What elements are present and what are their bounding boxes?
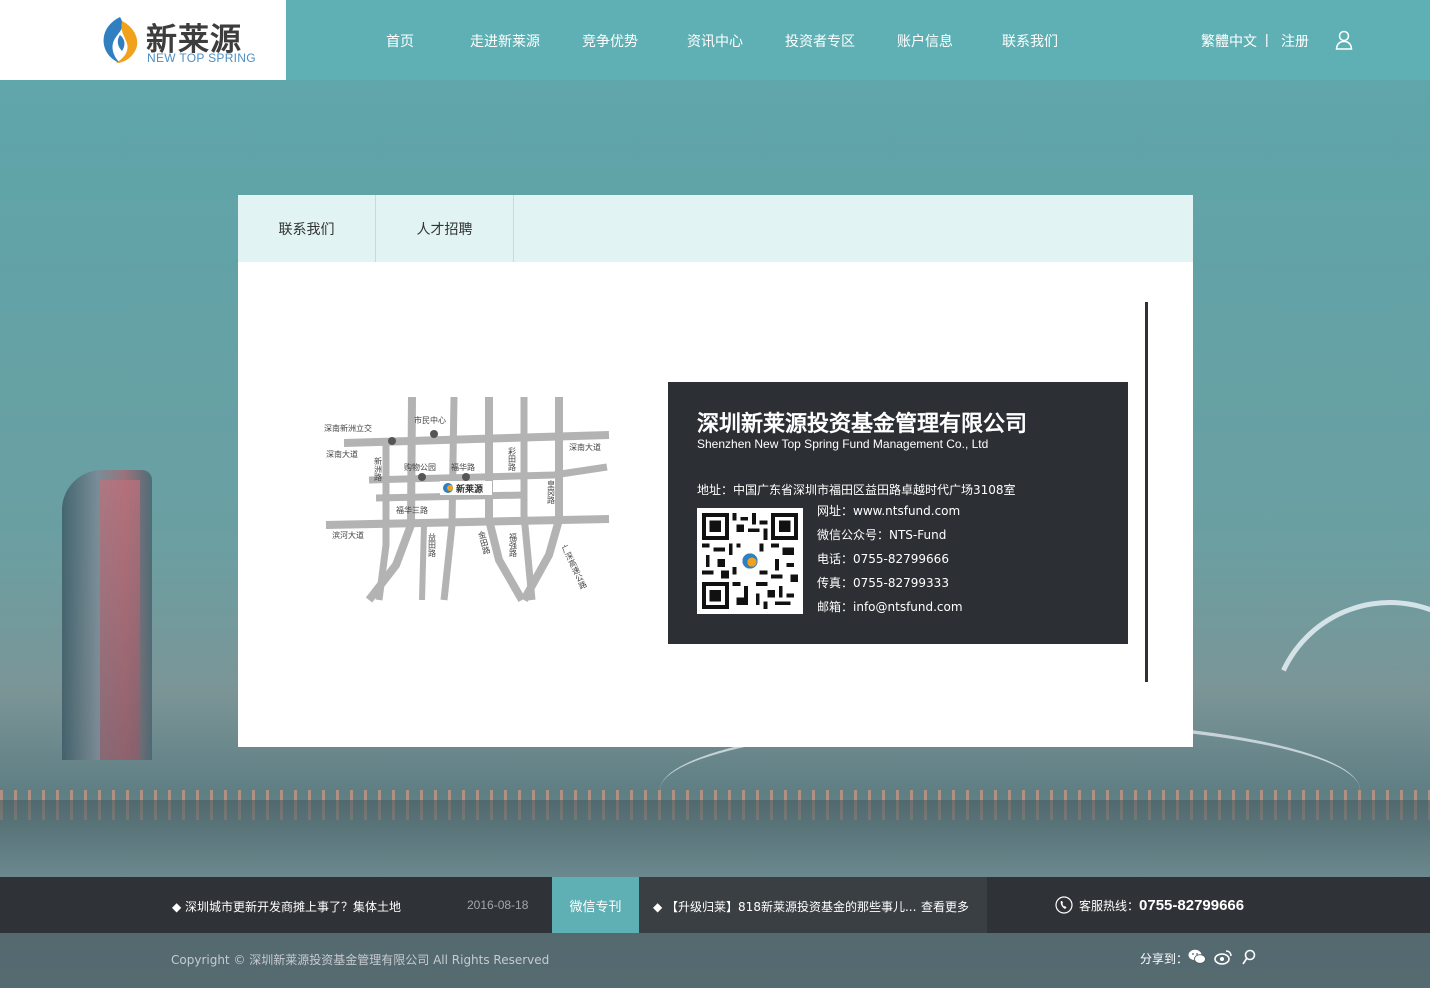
tab-contact[interactable]: 联系我们 bbox=[238, 195, 376, 262]
contact-panel: 联系我们 人才招聘 市民中心 深南新洲立交 深南大道 深南大道 购物公园 福华路… bbox=[238, 195, 1193, 747]
nav-divider: | bbox=[1265, 31, 1269, 47]
share-label: 分享到： bbox=[1140, 952, 1189, 966]
map-label-shennan-west: 深南大道 bbox=[326, 449, 358, 459]
company-name-cn: 深圳新莱源投资基金管理有限公司 bbox=[697, 412, 1028, 437]
tencent-weibo-share-icon[interactable] bbox=[1241, 949, 1257, 970]
company-website[interactable]: 网址：www.ntsfund.com bbox=[817, 504, 963, 528]
background-tower-highlight bbox=[100, 480, 140, 760]
map-label-yitian: 益田路 bbox=[428, 532, 437, 557]
register-link[interactable]: 注册 bbox=[1281, 31, 1309, 51]
nav-item-home[interactable]: 首页 bbox=[386, 31, 414, 51]
map-label-fuhua-3rd: 福华三路 bbox=[396, 505, 428, 515]
nav-item-investor[interactable]: 投资者专区 bbox=[785, 31, 855, 51]
hotline-label: 客服热线： bbox=[1079, 899, 1140, 913]
map-label-civic-center: 市民中心 bbox=[414, 415, 446, 425]
nav-item-about[interactable]: 走进新莱源 bbox=[470, 31, 540, 51]
tab-recruitment[interactable]: 人才招聘 bbox=[376, 195, 514, 262]
wechat-item-link[interactable]: ◆ 【升级归莱】818新莱源投资基金的那些事儿... bbox=[653, 898, 916, 915]
map-label-guangshen: 广深高速公路 bbox=[560, 542, 589, 590]
map-logo-text: 新莱源 bbox=[456, 483, 483, 495]
map-label-fuhua-road: 福华路 bbox=[451, 462, 475, 472]
view-more-link[interactable]: 查看更多 bbox=[921, 898, 969, 915]
tab-bar: 联系我们 人才招聘 bbox=[238, 195, 1193, 262]
map-label-shennan-xinzhou: 深南新洲立交 bbox=[324, 423, 372, 433]
map-logo-marker: 新莱源 bbox=[440, 481, 492, 495]
map-label-huanggang-road: 皇岗路 bbox=[547, 479, 556, 504]
customer-hotline: 客服热线：0755-82799666 bbox=[1055, 895, 1244, 914]
news-item-date: 2016-08-18 bbox=[467, 898, 529, 912]
background-water bbox=[0, 800, 1430, 880]
company-fax: 传真：0755-82799333 bbox=[817, 576, 949, 590]
footer-bottom: Copyright © 深圳新莱源投资基金管理有限公司 All Rights R… bbox=[0, 933, 1430, 988]
site-header: 新莱源 NEW TOP SPRING 首页 走进新莱源 竞争优势 资讯中心 投资… bbox=[0, 0, 1430, 80]
company-address: 地址：中国广东省深圳市福田区益田路卓越时代广场3108室 bbox=[697, 483, 1016, 497]
nav-item-account[interactable]: 账户信息 bbox=[897, 31, 953, 51]
language-switch[interactable]: 繁體中文 bbox=[1201, 31, 1257, 51]
company-phone: 电话：0755-82799666 bbox=[817, 552, 949, 566]
company-wechat: 微信公众号：NTS-Fund bbox=[817, 528, 947, 542]
share-icons bbox=[1188, 949, 1261, 970]
user-icon[interactable] bbox=[1335, 30, 1353, 50]
map-label-caitian-road: 彩田路 bbox=[508, 446, 517, 471]
map-label-xinzhou-road: 新洲路 bbox=[374, 456, 383, 481]
qr-code-icon bbox=[702, 513, 798, 609]
company-contact-list: 网址：www.ntsfund.com 微信公众号：NTS-Fund 电话：075… bbox=[817, 504, 963, 624]
wechat-share-icon[interactable] bbox=[1188, 949, 1206, 970]
nav-item-contact[interactable]: 联系我们 bbox=[1002, 31, 1058, 51]
copyright-text: Copyright © 深圳新莱源投资基金管理有限公司 All Rights R… bbox=[171, 953, 550, 967]
wechat-journal-strip: ◆ 【升级归莱】818新莱源投资基金的那些事儿... 查看更多 bbox=[639, 877, 987, 933]
weibo-share-icon[interactable] bbox=[1214, 949, 1233, 970]
decorative-divider bbox=[1145, 302, 1148, 682]
wechat-qr-code bbox=[697, 508, 803, 614]
map-label-shennan-east: 深南大道 bbox=[569, 442, 601, 452]
phone-icon bbox=[1055, 896, 1073, 914]
hotline-number: 0755-82799666 bbox=[1139, 897, 1245, 914]
news-item-link[interactable]: ◆ 深圳城市更新开发商摊上事了？集体土地 bbox=[172, 898, 401, 915]
nav-item-advantage[interactable]: 竞争优势 bbox=[582, 31, 638, 51]
map-label-binhe: 滨河大道 bbox=[332, 530, 364, 540]
map-label-shopping-park: 购物公园 bbox=[404, 462, 436, 472]
wechat-journal-tab[interactable]: 微信专刊 bbox=[552, 877, 639, 933]
location-map: 市民中心 深南新洲立交 深南大道 深南大道 购物公园 福华路 福华三路 滨河大道… bbox=[324, 396, 610, 603]
company-name-en: Shenzhen New Top Spring Fund Management … bbox=[697, 437, 989, 451]
company-card: 深圳新莱源投资基金管理有限公司 Shenzhen New Top Spring … bbox=[668, 382, 1128, 644]
company-email[interactable]: 邮箱：info@ntsfund.com bbox=[817, 600, 963, 624]
nav-item-news[interactable]: 资讯中心 bbox=[687, 31, 743, 51]
footer-ticker: ◆ 深圳城市更新开发商摊上事了？集体土地 2016-08-18 微信专刊 ◆ 【… bbox=[0, 877, 1430, 933]
map-label-fuqiang: 福强路 bbox=[509, 533, 518, 557]
